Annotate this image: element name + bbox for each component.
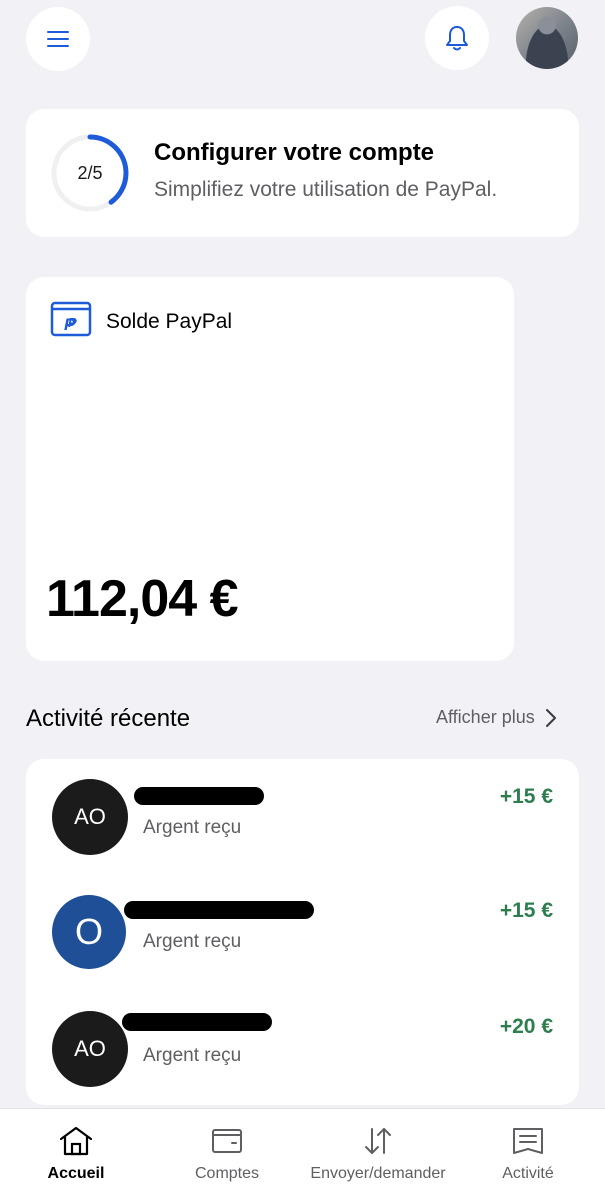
wallet-icon	[212, 1129, 242, 1153]
bell-icon	[446, 26, 468, 51]
bottom-navigation: Accueil Comptes Envoyer/demander Activit…	[0, 1108, 605, 1200]
recent-activity-list: AO Argent reçu +15 € O Argent reçu +15 €…	[26, 759, 579, 1105]
activity-status: Argent reçu	[143, 931, 242, 952]
activity-amount: +15 €	[499, 899, 553, 922]
nav-send-request-label: Envoyer/demander	[310, 1165, 446, 1182]
paypal-wallet-icon: P P	[50, 301, 92, 337]
send-request-arrows-icon	[365, 1128, 391, 1154]
recent-activity-title: Activité récente	[26, 705, 191, 732]
activity-row[interactable]: AO Argent reçu +15 €	[26, 777, 579, 877]
chevron-right-icon	[545, 708, 556, 727]
activity-status: Argent reçu	[143, 1045, 242, 1066]
account-setup-card[interactable]: 2/5 Configurer votre compte Simplifiez v…	[26, 109, 579, 237]
nav-accounts[interactable]: Comptes	[177, 1109, 277, 1200]
nav-accounts-label: Comptes	[194, 1165, 260, 1182]
nav-home-label: Accueil	[47, 1165, 105, 1182]
home-icon	[59, 1126, 93, 1156]
home-screen: 2/5 Configurer votre compte Simplifiez v…	[0, 0, 605, 1200]
show-more-link[interactable]: Afficher plus	[436, 707, 557, 728]
setup-progress-text: 2/5	[77, 162, 103, 183]
svg-text:P: P	[68, 315, 77, 330]
activity-avatar-initials: O	[74, 911, 103, 952]
activity-status: Argent reçu	[143, 817, 242, 838]
nav-activity-label: Activité	[502, 1165, 554, 1182]
activity-avatar: AO	[52, 1011, 128, 1087]
notifications-button[interactable]	[425, 6, 489, 70]
setup-subtitle: Simplifiez votre utilisation de PayPal.	[154, 178, 498, 201]
redacted-name	[134, 787, 264, 805]
nav-activity[interactable]: Activité	[478, 1109, 578, 1200]
profile-avatar[interactable]	[516, 7, 578, 69]
nav-home[interactable]: Accueil	[26, 1109, 126, 1200]
activity-avatar: O	[52, 895, 126, 969]
activity-amount: +20 €	[499, 1015, 553, 1038]
balance-amount: 112,04 €	[46, 570, 239, 628]
balance-label: Solde PayPal	[106, 310, 233, 333]
activity-amount: +15 €	[499, 785, 553, 808]
activity-avatar: AO	[52, 779, 128, 855]
activity-row[interactable]: AO Argent reçu +20 €	[26, 1009, 579, 1109]
activity-row[interactable]: O Argent reçu +15 €	[26, 893, 579, 993]
setup-progress-ring: 2/5	[50, 133, 130, 213]
activity-avatar-initials: AO	[74, 804, 106, 829]
setup-title: Configurer votre compte	[154, 139, 435, 166]
redacted-name	[124, 901, 314, 919]
show-more-label: Afficher plus	[436, 707, 535, 727]
hamburger-menu-icon	[47, 31, 69, 47]
menu-button[interactable]	[26, 7, 90, 71]
paypal-balance-card[interactable]: P P Solde PayPal 112,04 €	[26, 277, 514, 661]
receipt-icon	[513, 1128, 543, 1154]
nav-send-request[interactable]: Envoyer/demander	[303, 1109, 453, 1200]
redacted-name	[122, 1013, 272, 1031]
activity-avatar-initials: AO	[74, 1036, 106, 1061]
